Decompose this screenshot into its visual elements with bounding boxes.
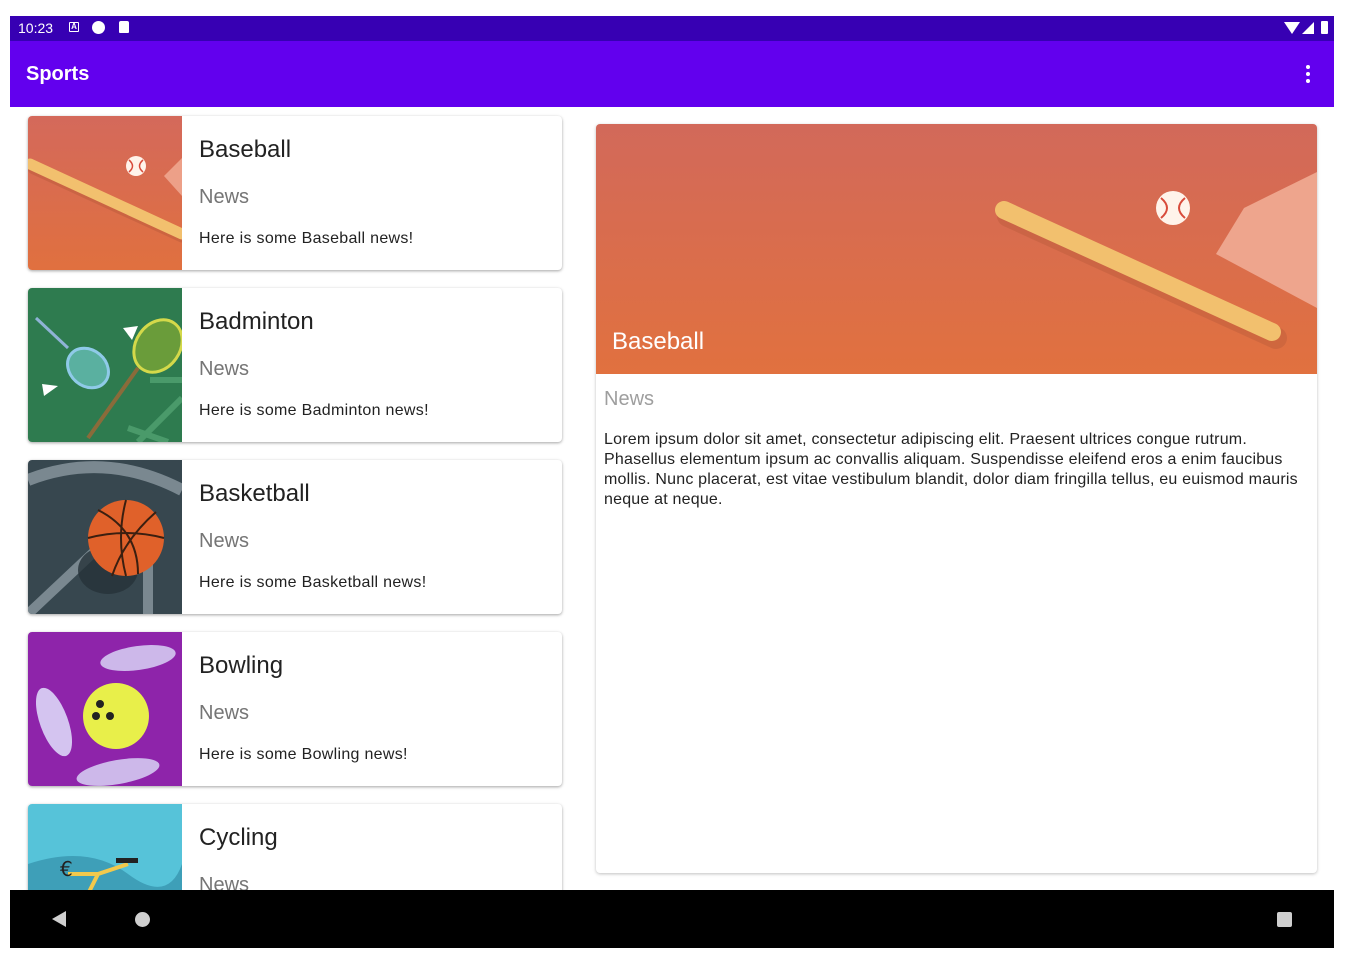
circle-notification-icon [92,21,105,34]
signal-icon [1302,22,1314,34]
wifi-icon [1284,22,1300,34]
bowling-image [28,632,182,786]
svg-text:€: € [60,857,73,881]
list-item-subtitle: News [199,530,250,552]
basketball-image [28,460,182,614]
baseball-image [28,116,182,270]
status-time: 10:23 [18,20,54,36]
home-icon[interactable] [135,912,150,927]
recents-icon[interactable] [1277,912,1292,927]
list-item-title: Badminton [199,308,314,335]
badminton-image [28,288,182,442]
detail-subtitle: News [604,388,655,410]
status-bar: 10:23 A [10,16,1334,41]
device-screen: 10:23 A Sports Baseball News Here is som… [10,16,1334,948]
list-item-title: Baseball [199,136,292,163]
list-item-baseball[interactable]: Baseball News Here is some Baseball news… [28,116,562,270]
list-item-cycling[interactable]: € Cycling News [28,804,562,890]
app-title: Sports [26,63,90,85]
list-item-body: Here is some Baseball news! [199,230,414,247]
detail-title: Baseball [612,328,705,355]
list-item-subtitle: News [199,186,250,208]
list-item-title: Cycling [199,824,278,851]
sports-list[interactable]: Baseball News Here is some Baseball news… [10,107,580,890]
list-item-basketball[interactable]: Basketball News Here is some Basketball … [28,460,562,614]
baseball-image [596,124,1317,374]
list-item-body: Here is some Basketball news! [199,574,427,591]
list-item-subtitle: News [199,874,250,890]
list-item-body: Here is some Bowling news! [199,746,408,763]
detail-body: Lorem ipsum dolor sit amet, consectetur … [604,431,1298,508]
navigation-bar [10,890,1334,948]
app-bar: Sports [10,41,1334,107]
list-item-bowling[interactable]: Bowling News Here is some Bowling news! [28,632,562,786]
detail-card: Baseball News Lorem ipsum dolor sit amet… [596,124,1317,873]
sd-card-icon [119,21,129,33]
back-icon[interactable] [52,911,66,927]
list-item-subtitle: News [199,702,250,724]
battery-icon [1321,21,1328,34]
a-notification-icon: A [69,22,79,32]
more-vert-icon[interactable] [1300,65,1316,85]
list-item-title: Basketball [199,480,310,507]
list-item-badminton[interactable]: Badminton News Here is some Badminton ne… [28,288,562,442]
cycling-image: € [28,804,182,890]
list-item-subtitle: News [199,358,250,380]
list-item-body: Here is some Badminton news! [199,402,429,419]
list-item-title: Bowling [199,652,284,679]
